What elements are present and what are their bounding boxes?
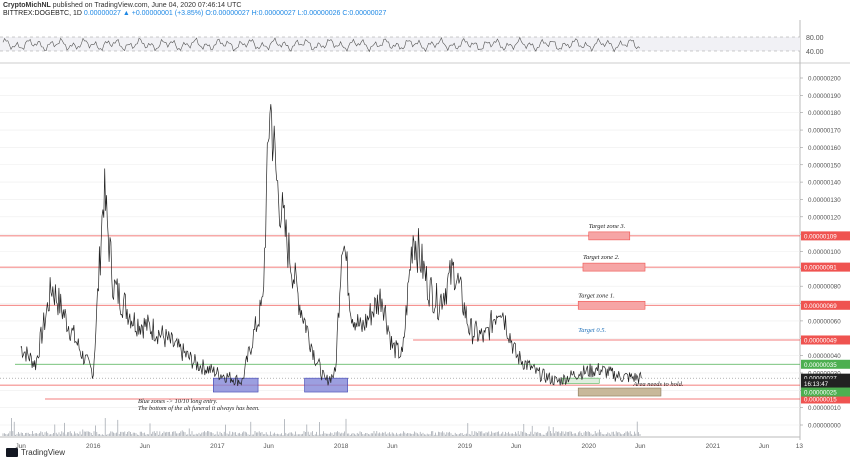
time-axis-label: Jun [140, 443, 151, 450]
time-axis-label: Jun [263, 443, 274, 450]
time-axis-label: Jun [635, 443, 646, 450]
price-axis-label: 0.00000200 [808, 76, 841, 83]
price-tag-label: 0.00000025 [804, 390, 837, 397]
price-axis-label: 0.00000010 [808, 405, 841, 412]
price-axis-label: 0.00000170 [808, 128, 841, 135]
rsi-axis-label: 80.00 [806, 35, 824, 42]
price-axis-label: 0.00000080 [808, 284, 841, 291]
time-axis-label: 2021 [706, 443, 721, 450]
time-axis-label: 2016 [86, 443, 101, 450]
brand-label: TradingView [21, 448, 66, 457]
target-zone-label: Target 0.5. [578, 327, 606, 334]
price-axis-label: 0.00000100 [808, 249, 841, 256]
time-axis-label: 2020 [581, 443, 596, 450]
price-tag-label: 16:13:47 [804, 381, 829, 388]
price-axis-label: 0.00000040 [808, 353, 841, 360]
annotation-text: Blue zones -> 10/10 long entry. [138, 398, 217, 405]
target-zone-label: Target zone 2. [583, 254, 620, 261]
price-axis-label: 0.00000130 [808, 197, 841, 204]
price-axis-label: 0.00000120 [808, 214, 841, 221]
target-zone-label: Target zone 3. [589, 223, 626, 230]
target-zone-box [577, 300, 646, 310]
price-axis-label: 0.00000180 [808, 110, 841, 117]
target-zone-box [588, 231, 631, 241]
time-axis-label: 13 [796, 443, 804, 450]
target-zone-label: Area needs to hold. [632, 381, 684, 388]
price-line [20, 104, 642, 387]
level-tag-label: 0.00000091 [804, 265, 837, 272]
level-tag-label: 0.00000015 [804, 396, 837, 403]
time-axis-label: Jun [759, 443, 770, 450]
target-zone-box [582, 262, 646, 272]
level-tag-label: 0.00000109 [804, 233, 837, 240]
target-zone-box [577, 387, 662, 397]
price-axis-label: 0.00000160 [808, 145, 841, 152]
price-axis-label: 0.00000140 [808, 180, 841, 187]
annotation-text: The bottom of the alt funeral it always … [138, 405, 260, 412]
time-axis-label: Jun [387, 443, 398, 450]
level-tag-label: 0.00000035 [804, 362, 837, 369]
tradingview-logo[interactable]: TradingView [6, 448, 65, 457]
tradingview-icon [6, 448, 18, 457]
chart-canvas[interactable]: 80.00 40.00 0.00000200 0.00000190 0.00000180… [0, 0, 850, 461]
rsi-axis-label: 40.00 [806, 49, 824, 56]
level-tag-label: 0.00000049 [804, 337, 837, 344]
time-axis-label: Jun [511, 443, 522, 450]
price-axis-label: 0.00000000 [808, 423, 841, 430]
time-axis-label: 2019 [458, 443, 473, 450]
price-axis-label: 0.00000060 [808, 318, 841, 325]
level-tag-label: 0.00000069 [804, 303, 837, 310]
time-axis-label: 2018 [334, 443, 349, 450]
price-axis-label: 0.00000190 [808, 93, 841, 100]
target-zone-label: Target zone 1. [578, 292, 615, 299]
time-axis-label: 2017 [210, 443, 225, 450]
price-axis-label: 0.00000150 [808, 162, 841, 169]
